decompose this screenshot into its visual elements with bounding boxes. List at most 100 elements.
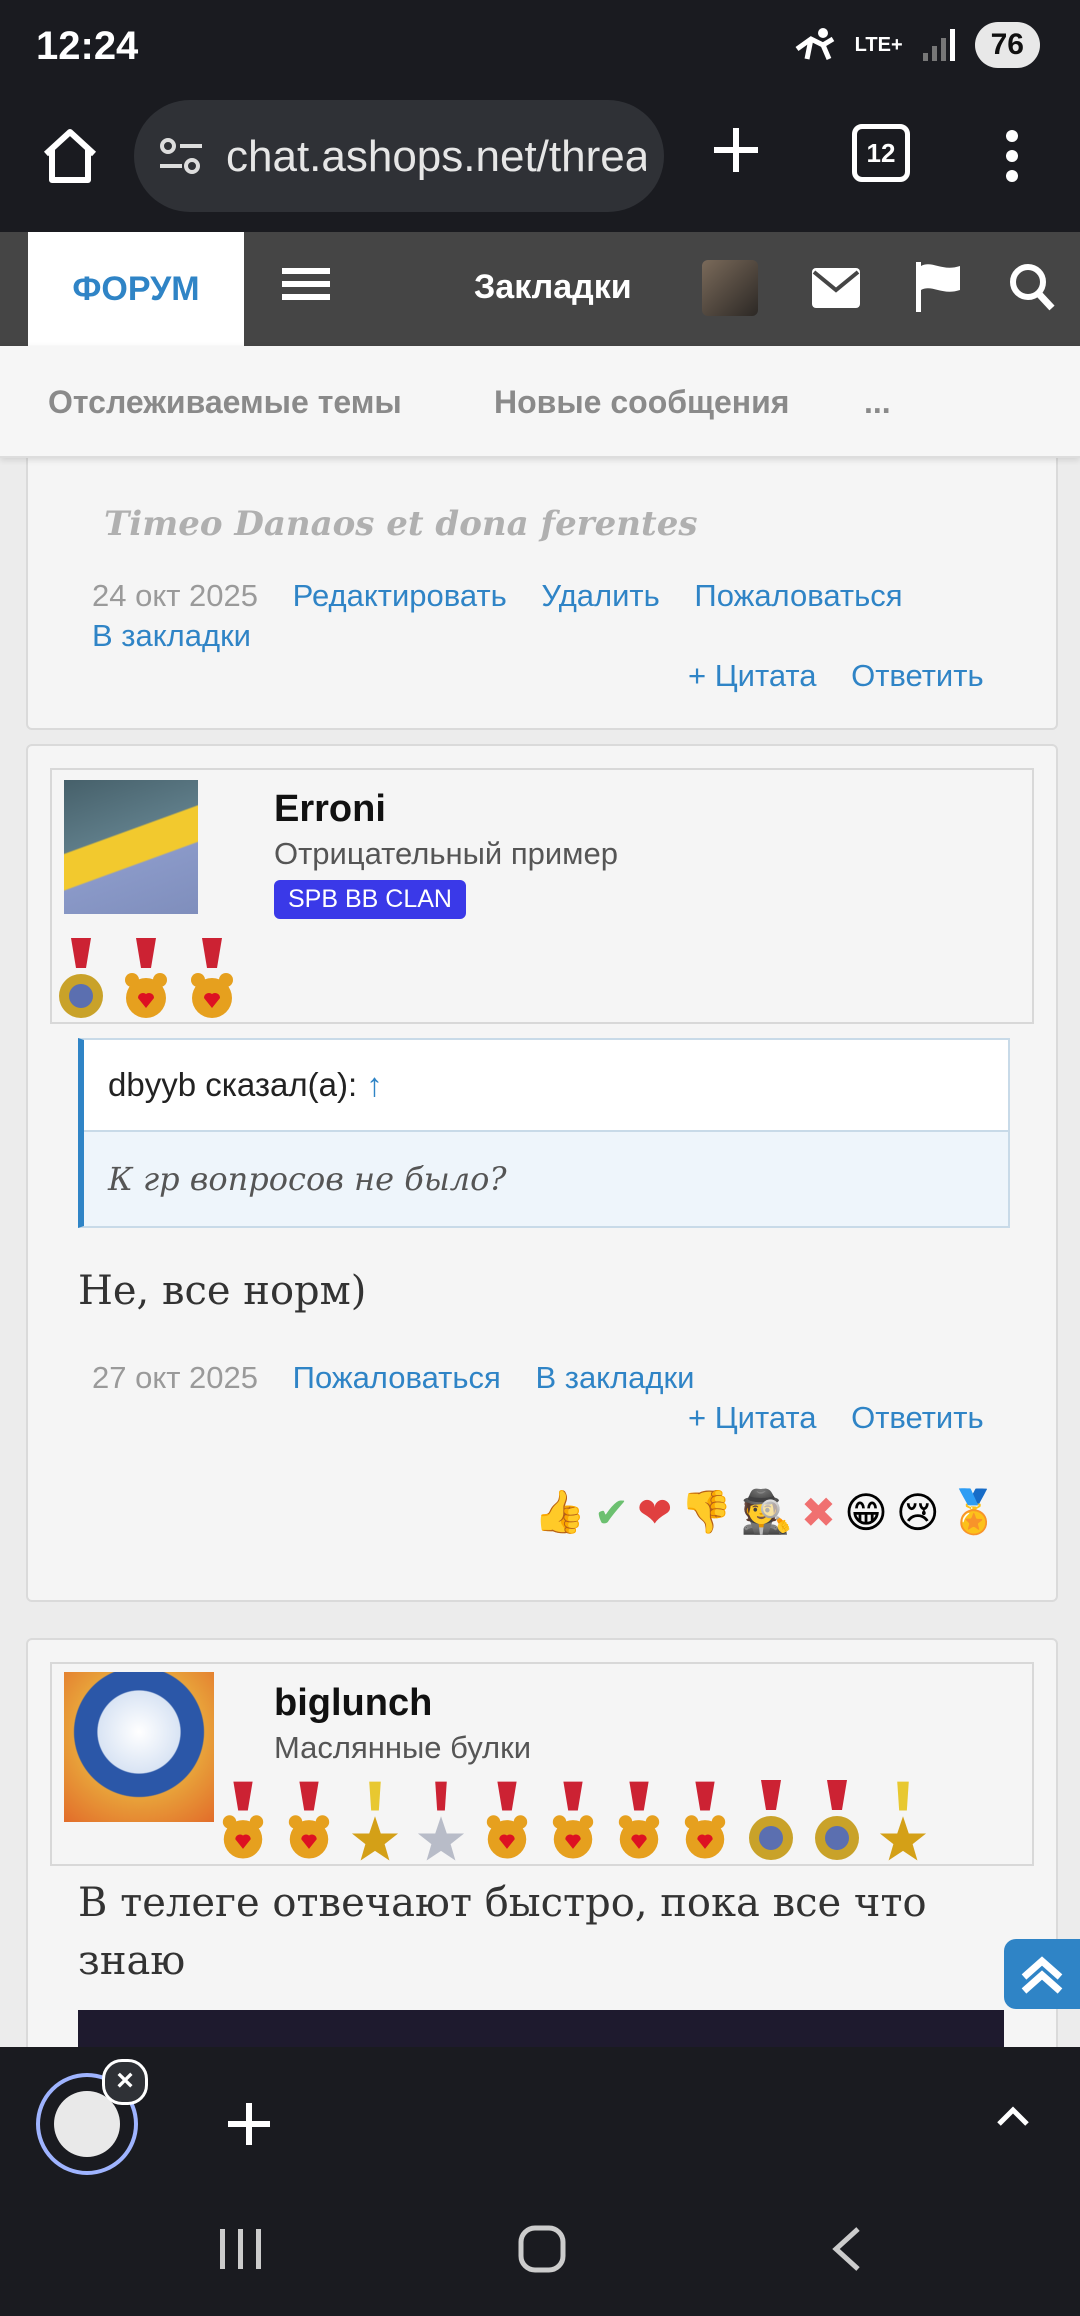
post-actions: 27 окт 2025 Пожаловаться В закладки bbox=[92, 1360, 720, 1396]
grin-icon[interactable]: 😁 bbox=[844, 1488, 888, 1537]
post-date: 24 окт 2025 bbox=[92, 578, 259, 613]
medal-gold-star-icon bbox=[351, 1781, 399, 1861]
check-icon[interactable]: ✔ bbox=[594, 1488, 629, 1537]
site-settings-icon[interactable] bbox=[158, 136, 204, 176]
subnav-more[interactable]: ... bbox=[864, 384, 891, 421]
home-nav-icon[interactable] bbox=[518, 2225, 566, 2273]
user-title: Маслянные булки bbox=[274, 1730, 532, 1765]
username[interactable]: Erroni bbox=[274, 788, 386, 831]
web-page: ФОРУМ Закладки Отслеживаемые темы Новые … bbox=[0, 232, 1080, 2047]
thumbs-up-icon[interactable]: 👍 bbox=[534, 1488, 586, 1537]
bookmark-link[interactable]: В закладки bbox=[92, 618, 251, 654]
post-actions: 24 окт 2025 Редактировать Удалить Пожало… bbox=[92, 578, 929, 614]
post-message: В телеге отвечают быстро, пока все что з… bbox=[78, 1874, 927, 1990]
user-avatar-image[interactable] bbox=[64, 780, 198, 914]
recent-apps-icon[interactable] bbox=[218, 2227, 264, 2271]
medal-silver-star-icon bbox=[417, 1781, 465, 1861]
chevron-up-icon[interactable] bbox=[996, 2105, 1030, 2127]
heart-icon[interactable]: ❤ bbox=[637, 1488, 672, 1537]
medal-icon[interactable]: 🏅 bbox=[948, 1488, 1000, 1537]
user-banner: SPB BB CLAN bbox=[274, 880, 466, 919]
medal-bear-icon bbox=[552, 1781, 594, 1859]
network-label: LTE+ bbox=[854, 33, 903, 56]
quote-block: dbyyb сказал(а): ↑ К гр вопросов не было… bbox=[78, 1038, 1010, 1228]
scroll-to-top-button[interactable] bbox=[1004, 1939, 1080, 2009]
signal-icon bbox=[922, 29, 955, 61]
quote-jump-link[interactable]: ↑ bbox=[366, 1066, 383, 1103]
post-image[interactable] bbox=[78, 2010, 1004, 2047]
back-icon[interactable] bbox=[830, 2225, 862, 2273]
close-icon[interactable]: × bbox=[102, 2059, 148, 2105]
medal-bear-icon bbox=[191, 938, 233, 1018]
spy-icon[interactable]: 🕵 bbox=[741, 1488, 793, 1537]
post-signature: Timeo Danaos et dona ferentes bbox=[104, 504, 698, 544]
quote-link[interactable]: + Цитата bbox=[688, 658, 816, 693]
delete-link[interactable]: Удалить bbox=[541, 578, 659, 613]
subnav-watched[interactable]: Отслеживаемые темы bbox=[48, 384, 402, 421]
reply-link[interactable]: Ответить bbox=[851, 1400, 984, 1435]
quote-reply-actions: + Цитата Ответить bbox=[688, 658, 984, 694]
sub-nav: Отслеживаемые темы Новые сообщения ... bbox=[0, 346, 1080, 458]
subnav-new-posts[interactable]: Новые сообщения bbox=[494, 384, 789, 421]
user-info: Erroni Отрицательный пример SPB BB CLAN bbox=[50, 768, 1034, 1024]
username[interactable]: biglunch bbox=[274, 1682, 432, 1725]
quote-author: dbyyb сказал(а): bbox=[108, 1066, 358, 1103]
post-message: Не, все норм) bbox=[78, 1268, 367, 1314]
bookmark-link[interactable]: В закладки bbox=[535, 1360, 694, 1395]
status-time: 12:24 bbox=[36, 24, 139, 68]
user-info: biglunch Маслянные булки bbox=[50, 1662, 1034, 1866]
double-chevron-up-icon bbox=[1021, 1956, 1063, 1994]
more-menu-icon[interactable] bbox=[1002, 128, 1022, 184]
medal-star-icon bbox=[815, 1780, 859, 1860]
user-avatar-image[interactable] bbox=[64, 1672, 214, 1822]
url-bar[interactable]: chat.ashops.net/threads/... bbox=[134, 100, 664, 212]
user-avatar[interactable] bbox=[702, 260, 758, 316]
quote-header: dbyyb сказал(а): ↑ bbox=[84, 1040, 1008, 1132]
thread-content: Timeo Danaos et dona ferentes 24 окт 202… bbox=[0, 456, 1080, 2047]
post-date: 27 окт 2025 bbox=[92, 1360, 259, 1395]
post-card: biglunch Маслянные булки В телеге отвеча… bbox=[26, 1638, 1058, 2047]
dnd-person-icon bbox=[795, 28, 834, 60]
browser-toolbar: chat.ashops.net/threads/... 12 bbox=[0, 96, 1080, 232]
mail-icon[interactable] bbox=[812, 268, 860, 308]
system-nav-bar bbox=[0, 2197, 1080, 2316]
thumbs-down-icon[interactable]: 👎 bbox=[680, 1488, 732, 1537]
add-tab-icon[interactable] bbox=[224, 2099, 274, 2149]
medal-star-icon bbox=[749, 1780, 793, 1860]
home-icon[interactable] bbox=[38, 124, 102, 188]
reaction-bar: 👍 ✔ ❤ 👎 🕵 ✖ 😁 😢 🏅 bbox=[534, 1488, 1000, 1537]
user-title: Отрицательный пример bbox=[274, 836, 618, 871]
medal-gold-star-icon bbox=[879, 1781, 927, 1861]
medal-bear-icon bbox=[222, 1781, 264, 1859]
tab-toolbar: × bbox=[0, 2047, 1080, 2197]
status-bar: 12:24 LTE+ 76 bbox=[0, 0, 1080, 96]
search-icon[interactable] bbox=[1008, 262, 1056, 312]
reply-link[interactable]: Ответить bbox=[851, 658, 984, 693]
edit-link[interactable]: Редактировать bbox=[293, 578, 507, 613]
post-message-line: знаю bbox=[78, 1938, 186, 1984]
nav-bookmarks[interactable]: Закладки bbox=[474, 268, 632, 307]
cross-icon[interactable]: ✖ bbox=[801, 1488, 836, 1537]
new-tab-icon[interactable] bbox=[706, 120, 766, 180]
status-icons: LTE+ 76 bbox=[793, 22, 1040, 68]
medal-bear-icon bbox=[125, 938, 167, 1018]
medal-star-icon bbox=[59, 938, 103, 1018]
medal-bear-icon bbox=[684, 1781, 726, 1859]
url-text[interactable]: chat.ashops.net/threads/... bbox=[226, 132, 646, 182]
tab-switcher-button[interactable]: 12 bbox=[852, 124, 910, 182]
medal-bear-icon bbox=[288, 1781, 330, 1859]
hamburger-icon[interactable] bbox=[282, 266, 330, 302]
quote-link[interactable]: + Цитата bbox=[688, 1400, 816, 1435]
report-link[interactable]: Пожаловаться bbox=[694, 578, 902, 613]
post-message-line: В телеге отвечают быстро, пока все что bbox=[78, 1880, 927, 1926]
medal-row bbox=[218, 1780, 928, 1864]
forum-nav: ФОРУМ Закладки bbox=[0, 232, 1080, 346]
flag-icon[interactable] bbox=[916, 262, 962, 312]
report-link[interactable]: Пожаловаться bbox=[293, 1360, 501, 1395]
post-card: Timeo Danaos et dona ferentes 24 окт 202… bbox=[26, 456, 1058, 730]
tab-forum[interactable]: ФОРУМ bbox=[28, 232, 244, 346]
post-card: Erroni Отрицательный пример SPB BB CLAN … bbox=[26, 744, 1058, 1602]
battery-indicator: 76 bbox=[974, 22, 1040, 68]
medal-bear-icon bbox=[486, 1781, 528, 1859]
sad-icon[interactable]: 😢 bbox=[896, 1488, 940, 1537]
